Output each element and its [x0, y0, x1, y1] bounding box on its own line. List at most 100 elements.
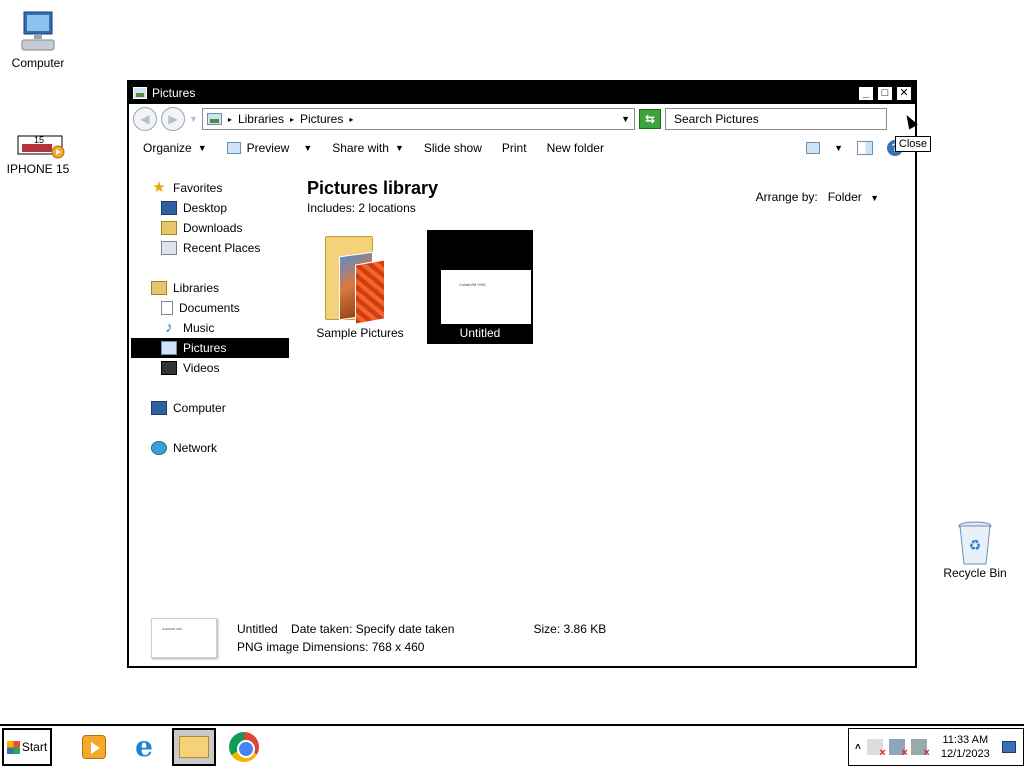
details-dims-label: Dimensions: — [302, 640, 369, 654]
clock-date: 12/1/2023 — [940, 748, 990, 760]
nav-computer[interactable]: Computer — [131, 398, 289, 418]
computer-icon — [151, 401, 167, 415]
nav-network[interactable]: Network — [131, 438, 289, 458]
chevron-down-icon[interactable]: ▼ — [834, 143, 843, 153]
nav-label: Computer — [173, 401, 226, 415]
desktop-icon-computer[interactable]: Computer — [0, 10, 78, 70]
preview-label: Preview — [246, 141, 290, 155]
action-center-icon[interactable] — [866, 739, 886, 759]
nav-label: Pictures — [183, 341, 227, 355]
chevron-right-icon[interactable]: ▸ — [349, 115, 353, 124]
taskbar: Start e ˄ 11:33 AM 12/1/2023 — [0, 724, 1024, 768]
minimize-button[interactable]: _ — [858, 85, 874, 101]
details-file-name: Untitled — [237, 622, 278, 636]
command-bar: Organize ▼ Preview ▼ Share with ▼ Slide … — [129, 134, 915, 162]
back-button[interactable]: ◀ — [133, 107, 157, 131]
share-with-label: Share with — [332, 141, 389, 155]
content-pane: Pictures library Includes: 2 locations A… — [307, 178, 915, 344]
documents-icon — [161, 301, 173, 315]
navigation-pane: ★ Favorites Desktop Downloads Recent Pla… — [131, 178, 289, 458]
details-file-type: PNG image — [237, 640, 300, 654]
print-button[interactable]: Print — [502, 141, 527, 155]
preview-button[interactable]: Preview ▼ — [226, 141, 313, 155]
network-status-icon[interactable] — [888, 739, 908, 759]
start-button[interactable]: Start — [2, 728, 52, 766]
desktop-icon-iphone[interactable]: 15 IPHONE 15 — [0, 134, 78, 176]
new-folder-button[interactable]: New folder — [547, 141, 604, 155]
close-button[interactable]: ✕ — [896, 85, 912, 101]
preview-pane-icon[interactable] — [857, 141, 873, 155]
forward-button[interactable]: ▶ — [161, 107, 185, 131]
arrange-by-dropdown[interactable]: Folder ▼ — [828, 190, 879, 204]
videos-icon — [161, 361, 177, 375]
image-thumbnail: CollabVM VNS — [435, 230, 531, 326]
locations-link[interactable]: 2 locations — [358, 201, 415, 215]
taskbar-windows-explorer[interactable] — [172, 728, 216, 766]
address-dropdown-icon[interactable]: ▼ — [621, 114, 630, 124]
chevron-right-icon[interactable]: ▸ — [290, 115, 294, 124]
desktop-icon-recycle-bin[interactable]: ♻ Recycle Bin — [935, 520, 1015, 580]
clock[interactable]: 11:33 AM 12/1/2023 — [941, 733, 990, 761]
details-date-value[interactable]: Specify date taken — [356, 620, 455, 638]
pictures-icon — [133, 87, 147, 99]
nav-desktop[interactable]: Desktop — [131, 198, 289, 218]
start-label: Start — [21, 740, 48, 754]
arrange-label: Arrange by: — [755, 190, 818, 204]
nav-label: Downloads — [183, 221, 243, 235]
nav-label: Videos — [183, 361, 220, 375]
file-list: Sample Pictures CollabVM VNS Untitled — [307, 230, 533, 344]
taskbar-internet-explorer[interactable]: e — [122, 728, 166, 766]
computer-icon — [16, 10, 60, 54]
breadcrumb-pictures[interactable]: Pictures — [300, 112, 343, 126]
show-hidden-icons-icon[interactable]: ˄ — [855, 742, 861, 753]
desktop-icon-label: Computer — [11, 56, 65, 70]
nav-pictures[interactable]: Pictures — [131, 338, 289, 358]
nav-favorites[interactable]: ★ Favorites — [131, 178, 289, 198]
nav-label: Music — [183, 321, 215, 335]
search-input[interactable]: Search Pictures — [665, 108, 887, 130]
nav-documents[interactable]: Documents — [131, 298, 289, 318]
change-view-icon[interactable] — [806, 142, 821, 154]
nav-music[interactable]: ♪ Music — [131, 318, 289, 338]
taskbar-google-chrome[interactable] — [222, 728, 266, 766]
nav-label: Recent Places — [183, 241, 261, 255]
thumbnail-text: CollabVM VNS — [459, 282, 486, 287]
chevron-right-icon[interactable]: ▸ — [228, 115, 232, 124]
recent-places-icon — [161, 241, 177, 255]
share-with-button[interactable]: Share with ▼ — [332, 141, 404, 155]
iphone-shortcut-icon: 15 — [16, 134, 65, 160]
taskbar-windows-media-player[interactable] — [72, 728, 116, 766]
title-bar[interactable]: Pictures _ □ ✕ — [129, 82, 915, 104]
clock-time: 11:33 AM — [942, 734, 989, 746]
show-desktop-icon[interactable] — [1001, 741, 1016, 753]
file-item-untitled[interactable]: CollabVM VNS Untitled — [427, 230, 533, 344]
file-item-sample-pictures[interactable]: Sample Pictures — [307, 230, 413, 344]
svg-text:♻: ♻ — [969, 538, 982, 554]
media-player-icon — [82, 735, 106, 759]
details-size-value: 3.86 KB — [563, 622, 607, 636]
explorer-window: Pictures _ □ ✕ ◀ ▶ ▼ ▸ Libraries ▸ Pictu… — [127, 80, 931, 668]
slide-show-button[interactable]: Slide show — [424, 141, 482, 155]
nav-recent-places[interactable]: Recent Places — [131, 238, 289, 258]
pictures-icon — [206, 113, 222, 125]
organize-label: Organize — [143, 141, 192, 155]
maximize-button[interactable]: □ — [877, 85, 893, 101]
internet-explorer-icon: e — [135, 730, 153, 763]
organize-button[interactable]: Organize ▼ — [143, 141, 207, 155]
volume-icon[interactable] — [910, 739, 930, 759]
arrange-by: Arrange by: Folder ▼ — [756, 190, 879, 204]
nav-libraries[interactable]: Libraries — [131, 278, 289, 298]
refresh-button[interactable]: ⇆ — [639, 109, 661, 129]
breadcrumb-libraries[interactable]: Libraries — [238, 112, 284, 126]
includes-label: Includes: — [307, 201, 356, 215]
nav-label: Desktop — [183, 201, 228, 215]
chevron-down-icon: ▼ — [303, 143, 313, 153]
nav-label: Network — [173, 441, 218, 455]
nav-videos[interactable]: Videos — [131, 358, 289, 378]
recent-pages-dropdown-icon[interactable]: ▼ — [189, 114, 198, 124]
address-bar[interactable]: ▸ Libraries ▸ Pictures ▸ ▼ — [201, 108, 635, 130]
details-pane: CollabVM VNS Untitled Date taken: Specif… — [129, 610, 915, 666]
chevron-down-icon: ▼ — [394, 143, 404, 153]
nav-downloads[interactable]: Downloads — [131, 218, 289, 238]
refresh-icon: ⇆ — [644, 112, 656, 126]
